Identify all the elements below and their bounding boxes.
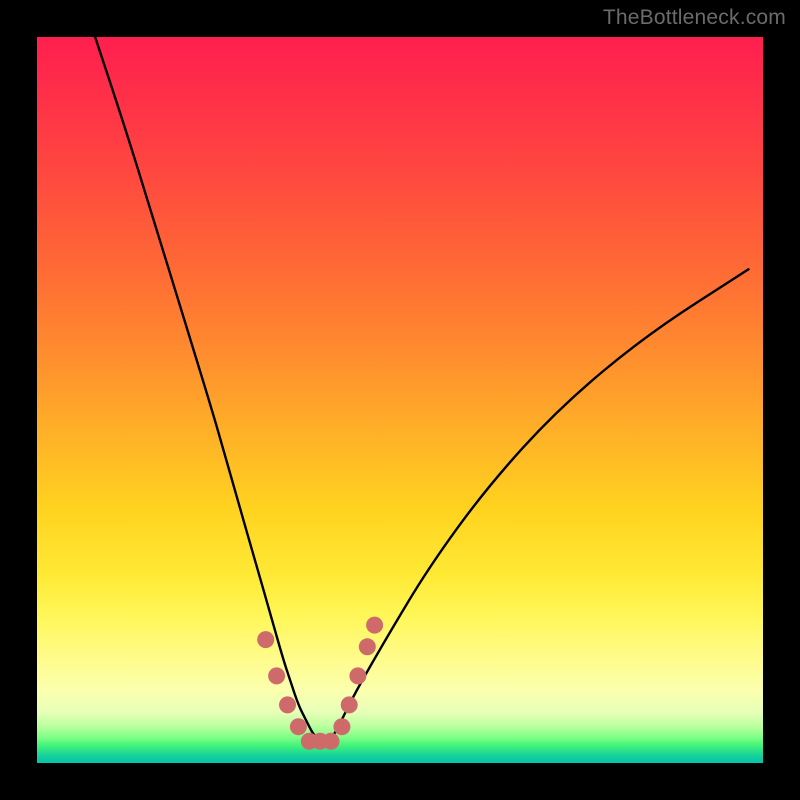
marker-point — [341, 696, 358, 713]
marker-point — [290, 718, 307, 735]
plot-area — [37, 37, 763, 763]
watermark-text: TheBottleneck.com — [603, 6, 786, 30]
marker-point — [323, 733, 340, 750]
marker-point — [257, 631, 274, 648]
marker-point — [268, 667, 285, 684]
marker-point — [359, 638, 376, 655]
chart-frame: TheBottleneck.com — [0, 0, 800, 800]
curve-svg — [37, 37, 763, 763]
marker-point — [333, 718, 350, 735]
marker-point — [279, 696, 296, 713]
marker-point — [349, 667, 366, 684]
marker-point — [366, 617, 383, 634]
bottleneck-curve — [95, 37, 748, 741]
